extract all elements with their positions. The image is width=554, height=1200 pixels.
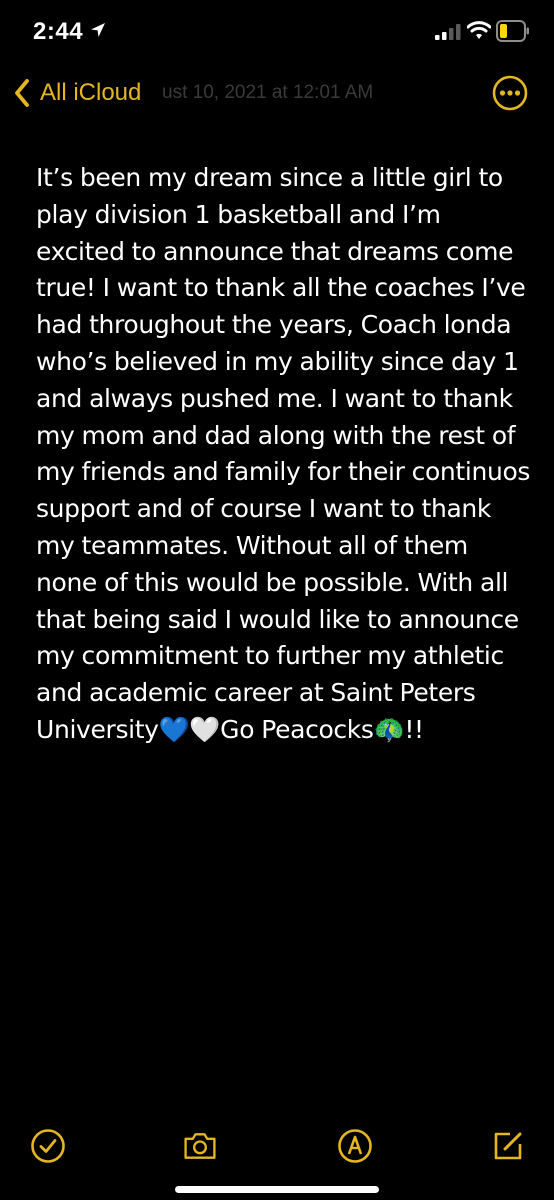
note-date-title: ust 10, 2021 at 12:01 AM: [162, 82, 374, 103]
note-body-text[interactable]: It’s been my dream since a little girl t…: [36, 160, 531, 749]
status-time: 2:44: [33, 18, 84, 45]
chevron-left-icon: [15, 79, 29, 107]
more-options-icon[interactable]: [492, 75, 528, 111]
location-arrow-icon: [91, 23, 105, 37]
compose-icon[interactable]: [490, 1128, 526, 1164]
battery-icon: [496, 20, 529, 42]
home-indicator[interactable]: [175, 1186, 379, 1193]
bottom-toolbar: [0, 1120, 554, 1170]
status-bar: 2:44: [0, 0, 554, 66]
markup-icon[interactable]: [337, 1128, 373, 1164]
checklist-icon[interactable]: [30, 1128, 66, 1164]
back-button[interactable]: All iCloud: [14, 76, 141, 110]
back-button-label: All iCloud: [40, 79, 142, 106]
camera-icon[interactable]: [182, 1128, 218, 1164]
nav-bar: ust 10, 2021 at 12:01 AM All iCloud: [0, 66, 554, 122]
wifi-icon: [467, 21, 491, 39]
cellular-signal-icon: [435, 24, 461, 40]
